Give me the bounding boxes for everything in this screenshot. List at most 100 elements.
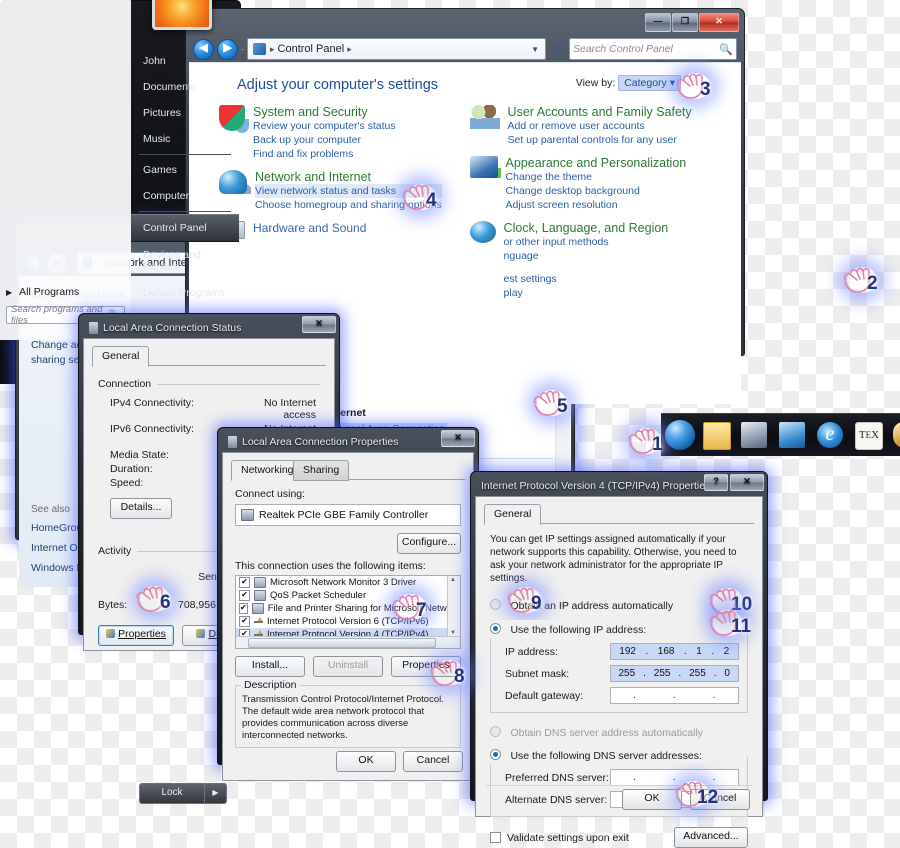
- cancel-button[interactable]: Cancel: [403, 751, 463, 772]
- radio-manual-ip[interactable]: [490, 623, 501, 634]
- hscroll-thumb[interactable]: [248, 638, 436, 648]
- components-list[interactable]: ✔ Microsoft Network Monitor 3 Driver ✔ QoS…: [235, 575, 461, 649]
- help-button[interactable]: ?: [704, 474, 728, 491]
- start-item-documents[interactable]: Documents: [131, 74, 239, 100]
- ok-button[interactable]: OK: [622, 789, 682, 810]
- cancel-button[interactable]: Cancel: [690, 789, 750, 810]
- link-input-methods[interactable]: or other input methods: [504, 235, 669, 249]
- list-vertical-scrollbar[interactable]: ▲ ▼: [447, 576, 460, 637]
- latex-icon[interactable]: TEX: [855, 422, 883, 450]
- properties-button[interactable]: Properties: [391, 656, 461, 677]
- view-by-value[interactable]: Category ▾: [618, 75, 681, 91]
- tab-sharing[interactable]: Sharing: [293, 460, 350, 481]
- close-button[interactable]: ✕: [302, 316, 336, 333]
- paint-icon[interactable]: [893, 422, 900, 448]
- lock-button[interactable]: Lock ▶: [139, 783, 227, 804]
- cp-window-controls[interactable]: — ❐ ✕: [645, 13, 739, 32]
- minimize-button[interactable]: —: [645, 13, 671, 32]
- install-button[interactable]: Install...: [235, 656, 305, 677]
- maximize-button[interactable]: ❐: [672, 13, 698, 32]
- start-item-default-programs[interactable]: Default Programs: [131, 280, 239, 306]
- start-item-music[interactable]: Music: [131, 126, 239, 152]
- checkbox[interactable]: ✔: [239, 590, 250, 601]
- checkbox[interactable]: ✔: [239, 577, 250, 588]
- remote-desktop-icon[interactable]: [779, 422, 805, 448]
- ipv4-properties-dialog[interactable]: Internet Protocol Version 4 (TCP/IPv4) P…: [470, 471, 768, 848]
- explorer-folder-icon[interactable]: [703, 422, 731, 450]
- close-button[interactable]: ✕: [699, 13, 739, 32]
- category-title[interactable]: Network and Internet: [255, 170, 442, 184]
- close-button[interactable]: ✕: [441, 430, 475, 447]
- details-button[interactable]: Details...: [110, 498, 172, 519]
- ipv4-tabs[interactable]: General: [484, 504, 754, 525]
- lac-properties-tabs[interactable]: Networking Sharing: [231, 460, 465, 481]
- category-network-and-internet[interactable]: Network and Internet View network status…: [219, 170, 470, 212]
- link-change-desktop-background[interactable]: Change desktop background: [506, 184, 687, 198]
- address-bar[interactable]: ▸ Control Panel ▸ ▼: [247, 38, 546, 60]
- start-item-games[interactable]: Games: [131, 157, 239, 183]
- list-horizontal-scrollbar[interactable]: [236, 636, 460, 648]
- dns-mode-radio-manual[interactable]: Use the following DNS server addresses:: [490, 746, 706, 764]
- control-panel-window[interactable]: — ❐ ✕ ◀ ▶ - ▸ Control Panel ▸ ▼ ↻ Search…: [185, 8, 745, 404]
- lac-properties-dialog[interactable]: Local Area Connection Properties ✕ Netwo…: [217, 427, 479, 781]
- validate-checkbox[interactable]: [490, 832, 501, 843]
- ip-address-input[interactable]: 192. 168. 1. 2: [609, 643, 739, 660]
- lock-arrow-icon[interactable]: ▶: [204, 784, 226, 803]
- preferred-dns-input[interactable]: ...: [609, 769, 739, 786]
- subnet-mask-input[interactable]: 255. 255. 255. 0: [609, 665, 739, 682]
- category-clock-language-region[interactable]: Clock, Language, and Region or other inp…: [469, 221, 721, 263]
- start-orb-icon[interactable]: [665, 420, 695, 450]
- tab-general[interactable]: General: [92, 346, 150, 367]
- default-gateway-input[interactable]: ...: [609, 687, 739, 704]
- category-appearance[interactable]: Appearance and Personalization Change th…: [469, 156, 721, 212]
- link-review-status[interactable]: Review your computer's status: [253, 119, 396, 133]
- category-title[interactable]: Appearance and Personalization: [506, 156, 687, 170]
- category-title[interactable]: Hardware and Sound: [253, 221, 366, 235]
- advanced-button[interactable]: Advanced...: [674, 827, 748, 848]
- all-programs-item[interactable]: ▶ All Programs: [6, 286, 125, 298]
- tab-general[interactable]: General: [484, 504, 542, 525]
- start-item-control-panel[interactable]: Control Panel: [131, 214, 239, 242]
- category-system-and-security[interactable]: System and Security Review your computer…: [219, 105, 470, 161]
- category-title[interactable]: Clock, Language, and Region: [504, 221, 669, 235]
- radio-manual-dns[interactable]: [490, 749, 501, 760]
- link-suggest-settings[interactable]: est settings: [504, 272, 557, 286]
- link-display-language[interactable]: nguage: [504, 249, 669, 263]
- ip-mode-radio-auto[interactable]: Obtain an IP address automatically: [490, 596, 748, 614]
- radio-auto-ip[interactable]: [490, 599, 501, 610]
- link-view-network-status[interactable]: View network status and tasks: [255, 184, 442, 198]
- category-title[interactable]: User Accounts and Family Safety: [508, 105, 692, 119]
- ok-button[interactable]: OK: [336, 751, 396, 772]
- taskbar[interactable]: e TEX: [661, 413, 900, 456]
- internet-explorer-icon[interactable]: e: [817, 422, 843, 448]
- breadcrumb-control-panel[interactable]: Control Panel: [276, 43, 347, 55]
- link-find-fix-problems[interactable]: Find and fix problems: [253, 147, 396, 161]
- link-choose-homegroup[interactable]: Choose homegroup and sharing options: [255, 198, 442, 212]
- start-item-user[interactable]: John: [131, 48, 239, 74]
- close-button[interactable]: ✕: [730, 474, 764, 491]
- view-by-control[interactable]: View by: Category ▾: [576, 75, 681, 91]
- start-item-pictures[interactable]: Pictures: [131, 100, 239, 126]
- category-user-accounts[interactable]: User Accounts and Family Safety Add or r…: [469, 105, 721, 147]
- link-add-remove-accounts[interactable]: Add or remove user accounts: [508, 119, 692, 133]
- link-parental-controls[interactable]: Set up parental controls for any user: [508, 133, 692, 147]
- ip-mode-radio-manual[interactable]: Use the following IP address:: [490, 620, 651, 638]
- start-item-computer[interactable]: Computer: [131, 183, 239, 209]
- link-change-theme[interactable]: Change the theme: [506, 170, 687, 184]
- scroll-up-icon[interactable]: ▲: [450, 577, 456, 583]
- start-item-devices-and-printers[interactable]: Devices and Printers: [131, 242, 239, 280]
- properties-button[interactable]: Properties: [98, 625, 174, 646]
- lac-status-tabs[interactable]: General: [92, 346, 326, 367]
- search-box[interactable]: Search Control Panel 🔍: [569, 38, 737, 60]
- link-adjust-screen-resolution[interactable]: Adjust screen resolution: [506, 198, 687, 212]
- link-back-up[interactable]: Back up your computer: [253, 133, 396, 147]
- address-dropdown-icon[interactable]: ▼: [527, 45, 543, 54]
- refresh-icon[interactable]: ↻: [549, 40, 566, 59]
- user-avatar[interactable]: [152, 0, 212, 30]
- configure-button[interactable]: Configure...: [397, 533, 461, 554]
- category-ease-of-access[interactable]: est settings play: [470, 272, 721, 300]
- checkbox[interactable]: ✔: [239, 616, 250, 627]
- network-monitor-icon[interactable]: [741, 422, 767, 448]
- checkbox[interactable]: ✔: [239, 603, 248, 614]
- category-hardware-and-sound[interactable]: Hardware and Sound: [219, 221, 470, 239]
